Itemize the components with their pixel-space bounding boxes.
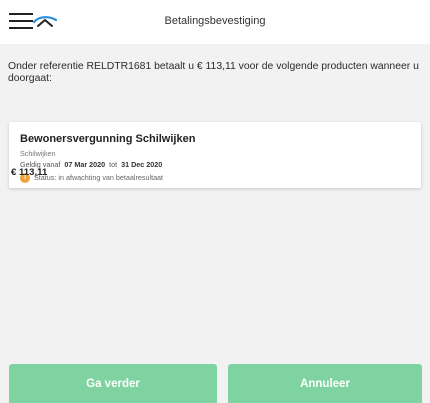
product-title: Bewonersvergunning Schilwijken <box>20 133 196 145</box>
product-card: Bewonersvergunning Schilwijken Schilwijk… <box>9 122 421 188</box>
continue-button[interactable]: Ga verder <box>9 364 217 403</box>
valid-to-label: tot <box>109 160 118 169</box>
product-price: € 113,11 <box>11 167 48 178</box>
status-text: Status: in afwachting van betaalresultaa… <box>34 173 164 182</box>
cancel-button[interactable]: Annuleer <box>228 364 422 403</box>
product-subtitle: Schilwijken <box>20 149 56 158</box>
valid-to-date: 31 Dec 2020 <box>121 160 163 169</box>
menu-line <box>9 27 33 29</box>
payment-intro-text: Onder referentie RELDTR1681 betaalt u € … <box>8 61 419 84</box>
valid-from-date: 07 Mar 2020 <box>64 160 106 169</box>
app-header: Betalingsbevestiging <box>0 0 430 44</box>
page-title: Betalingsbevestiging <box>164 15 266 27</box>
